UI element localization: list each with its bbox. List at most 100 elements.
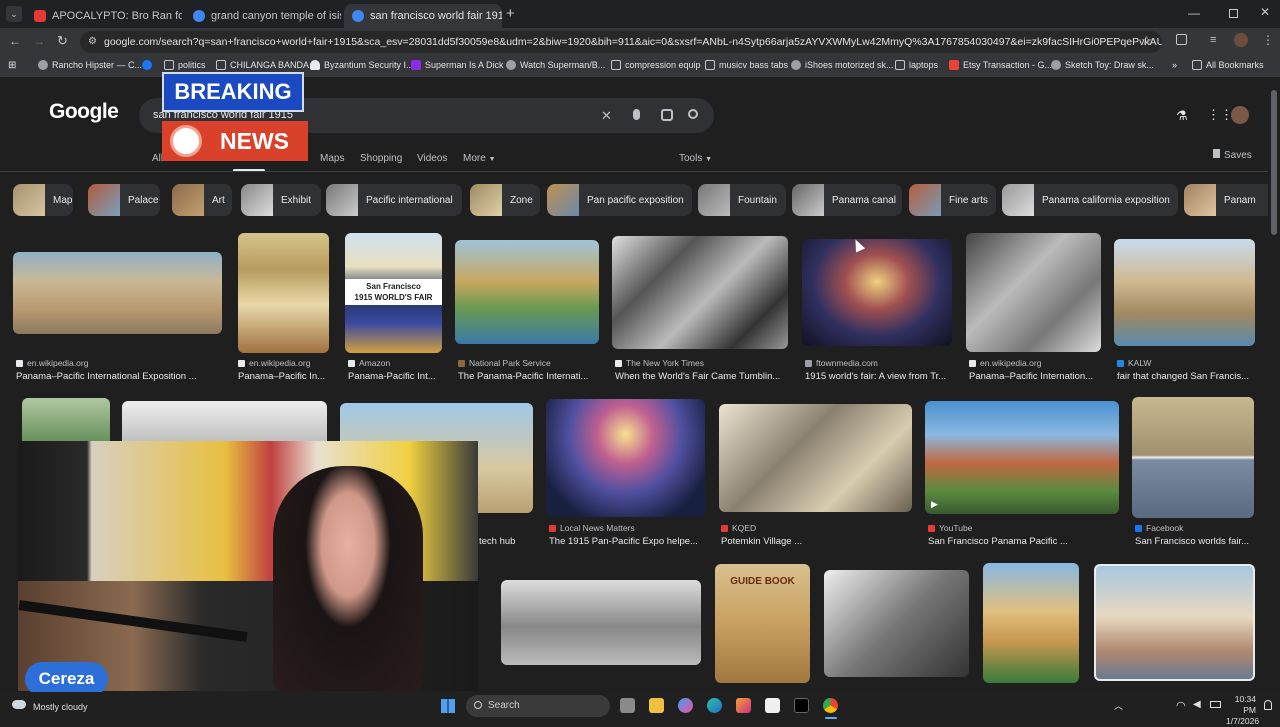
result-title[interactable]: Potemkin Village ... bbox=[721, 536, 911, 547]
address-bar[interactable]: ⚙ google.com/search?q=san+francisco+worl… bbox=[80, 31, 1162, 53]
bookmark-facebook[interactable] bbox=[142, 60, 156, 70]
clear-icon[interactable]: ✕ bbox=[601, 98, 612, 133]
result-title[interactable]: Panama–Pacific Internation... bbox=[969, 371, 1099, 382]
bookmark-laptops[interactable]: laptops bbox=[895, 60, 938, 70]
task-view-icon[interactable] bbox=[620, 698, 635, 713]
page-scrollbar[interactable] bbox=[1268, 78, 1280, 692]
tools-button[interactable]: Tools ▼ bbox=[679, 153, 712, 164]
lens-icon[interactable] bbox=[661, 109, 673, 121]
result-title[interactable]: Panama–Pacific International Exposition … bbox=[16, 371, 221, 382]
bookmarks-overflow-icon[interactable]: » bbox=[1172, 60, 1177, 70]
tab-apocalypto[interactable]: APOCALYPTO: Bro Ran for His L ✕ bbox=[26, 4, 182, 28]
result-image[interactable] bbox=[612, 236, 788, 349]
profile-avatar[interactable] bbox=[1234, 33, 1248, 47]
tray-overflow-icon[interactable]: ︿ bbox=[1114, 699, 1123, 712]
edge-icon[interactable] bbox=[707, 698, 722, 713]
chip-exhibit[interactable]: Exhibit bbox=[241, 184, 321, 216]
result-title[interactable]: San Francisco Panama Pacific ... bbox=[928, 536, 1118, 547]
tab-maps[interactable]: Maps bbox=[320, 153, 344, 164]
forward-icon[interactable]: → bbox=[33, 34, 45, 48]
result-image[interactable] bbox=[966, 233, 1101, 352]
result-title[interactable]: San Francisco worlds fair... bbox=[1135, 536, 1255, 547]
menu-icon[interactable]: ⋮ bbox=[1262, 33, 1274, 47]
chip-fountain[interactable]: Fountain bbox=[698, 184, 786, 216]
chip-palace[interactable]: Palace bbox=[88, 184, 160, 216]
tab-san-francisco[interactable]: san francisco world fair 1915 - G ✕ bbox=[344, 4, 502, 28]
bookmark-politics[interactable]: politics bbox=[164, 60, 206, 70]
result-title[interactable]: 1915 world's fair: A view from Tr... bbox=[805, 371, 950, 382]
chip-fine-arts[interactable]: Fine arts bbox=[909, 184, 996, 216]
result-image[interactable]: GUIDE BOOK bbox=[715, 564, 810, 683]
bookmark-sketch-toy[interactable]: Sketch Toy: Draw sk... bbox=[1051, 60, 1154, 70]
result-title[interactable]: fair that changed San Francis... bbox=[1117, 371, 1257, 382]
result-image[interactable] bbox=[983, 563, 1079, 683]
result-image[interactable] bbox=[501, 580, 701, 665]
bookmark-ishoes[interactable]: iShoes motorized sk... bbox=[791, 60, 894, 70]
back-icon[interactable]: ← bbox=[9, 34, 21, 48]
chip-zone[interactable]: Zone bbox=[470, 184, 540, 216]
minimize-icon[interactable]: — bbox=[1188, 6, 1200, 20]
taskbar-search[interactable]: Search bbox=[466, 695, 610, 717]
start-button[interactable] bbox=[441, 699, 455, 713]
amazon-icon[interactable] bbox=[765, 698, 780, 713]
clock[interactable]: 10:34 PM 1/7/2026 bbox=[1226, 694, 1259, 727]
result-image[interactable]: ▶ bbox=[925, 401, 1119, 514]
battery-icon[interactable] bbox=[1210, 701, 1221, 708]
result-image[interactable] bbox=[1132, 397, 1254, 518]
volume-icon[interactable]: ◀ bbox=[1193, 699, 1201, 710]
result-title[interactable]: When the World's Fair Came Tumblin... bbox=[615, 371, 787, 382]
scrollbar-thumb[interactable] bbox=[1271, 90, 1277, 235]
tab-grand-canyon[interactable]: grand canyon temple of isis - G ✕ bbox=[185, 4, 341, 28]
x-icon[interactable] bbox=[794, 698, 809, 713]
search-icon[interactable] bbox=[688, 109, 698, 119]
reload-icon[interactable]: ↻ bbox=[57, 33, 68, 49]
result-title[interactable]: The Panama-Pacific Internati... bbox=[458, 371, 600, 382]
bookmark-star-icon[interactable]: ☆ bbox=[1141, 33, 1153, 49]
tab-shopping[interactable]: Shopping bbox=[360, 153, 402, 164]
chip-map[interactable]: Map bbox=[13, 184, 73, 216]
notification-icon[interactable] bbox=[1264, 700, 1272, 710]
result-image[interactable] bbox=[719, 404, 912, 512]
result-image[interactable] bbox=[1094, 564, 1255, 681]
chrome-icon[interactable] bbox=[823, 698, 838, 713]
chip-pan-pacific-exposition[interactable]: Pan pacific exposition bbox=[547, 184, 692, 216]
bookmark-watch-superman[interactable]: Watch Superman/B... bbox=[506, 60, 605, 70]
bookmark-rancho[interactable]: Rancho Hipster — C... bbox=[38, 60, 142, 70]
bookmark-etsy[interactable]: Etsy Transaction - G... bbox=[949, 60, 1052, 70]
bookmark-superman[interactable]: Superman Is A Dick bbox=[411, 60, 504, 70]
copilot-icon[interactable] bbox=[678, 698, 693, 713]
chip-pacific-international[interactable]: Pacific international bbox=[326, 184, 462, 216]
labs-icon[interactable]: ⚗ bbox=[1176, 108, 1188, 124]
all-bookmarks[interactable]: All Bookmarks bbox=[1192, 60, 1264, 70]
result-image[interactable] bbox=[455, 240, 599, 344]
tab-search-button[interactable]: ⌄ bbox=[6, 6, 22, 22]
bookmark-compression[interactable]: compression equip bbox=[611, 60, 701, 70]
chip-panam[interactable]: Panam bbox=[1184, 184, 1268, 216]
result-image[interactable] bbox=[824, 570, 969, 677]
media-icon[interactable]: ≡ bbox=[1210, 34, 1216, 46]
close-window-icon[interactable]: ✕ bbox=[1260, 5, 1270, 19]
result-image[interactable] bbox=[13, 252, 222, 334]
result-title[interactable]: Panama–Pacific In... bbox=[238, 371, 330, 382]
chip-art[interactable]: Art bbox=[172, 184, 232, 216]
account-avatar[interactable] bbox=[1231, 106, 1249, 124]
instagram-icon[interactable] bbox=[736, 698, 751, 713]
google-apps-icon[interactable]: ⋮⋮ bbox=[1207, 107, 1233, 123]
extensions-icon[interactable] bbox=[1176, 34, 1187, 45]
result-image[interactable]: San Francisco 1915 WORLD'S FAIR bbox=[345, 233, 442, 353]
bookmark-chilanga[interactable]: CHILANGA BANDA bbox=[216, 60, 309, 70]
microphone-icon[interactable] bbox=[633, 109, 640, 120]
site-info-icon[interactable]: ⚙ bbox=[88, 31, 97, 53]
new-tab-button[interactable]: + bbox=[506, 5, 515, 22]
google-logo[interactable]: Google bbox=[49, 100, 119, 124]
result-image[interactable] bbox=[238, 233, 329, 353]
result-title[interactable]: Panama-Pacific Int... bbox=[348, 371, 443, 382]
bookmark-bass-tabs[interactable]: musicv bass tabs bbox=[705, 60, 788, 70]
result-title[interactable]: tech hub bbox=[479, 536, 534, 547]
chip-panama-california-exposition[interactable]: Panama california exposition bbox=[1002, 184, 1178, 216]
file-explorer-icon[interactable] bbox=[649, 698, 664, 713]
chip-panama-canal[interactable]: Panama canal bbox=[792, 184, 902, 216]
result-title[interactable]: The 1915 Pan-Pacific Expo helpe... bbox=[549, 536, 704, 547]
tab-videos[interactable]: Videos bbox=[417, 153, 447, 164]
result-image[interactable] bbox=[1114, 239, 1255, 346]
